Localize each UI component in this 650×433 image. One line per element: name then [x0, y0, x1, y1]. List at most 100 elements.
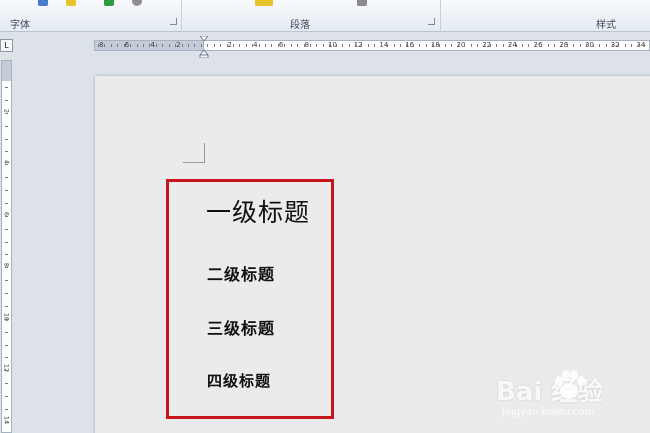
ruler-minor-tick — [303, 44, 305, 47]
ruler-minor-tick — [406, 44, 408, 47]
ruler-minor-tick — [136, 44, 138, 47]
ruler-minor-tick — [509, 44, 511, 47]
ruler-minor-tick — [220, 44, 222, 47]
ruler-minor-tick — [265, 44, 267, 47]
heading-level-4[interactable]: 四级标题 — [207, 370, 271, 391]
highlight-icon[interactable] — [66, 0, 76, 6]
ruler-minor-tick — [155, 44, 157, 47]
ruler-minor-tick — [258, 44, 260, 47]
vertical-ruler-minor-tick — [5, 190, 8, 191]
tab-stop-selector[interactable]: L — [0, 39, 13, 52]
heading-level-1[interactable]: 一级标题 — [206, 193, 310, 229]
ruler-tick-label: 4 — [150, 41, 155, 49]
vertical-ruler-minor-tick — [5, 87, 8, 88]
ruler-row: L 8 6 4 2 2 4 6 8 10 12 14 16 18 20 22 24 26 28 30 32 34 — [0, 33, 650, 58]
vertical-ruler-minor-tick — [5, 112, 8, 114]
ruler-minor-tick — [367, 44, 369, 47]
vertical-ruler-minor-tick — [5, 370, 8, 372]
ruler-minor-tick — [123, 44, 125, 47]
ruler-minor-tick — [554, 44, 556, 47]
vertical-ruler-minor-tick — [5, 228, 8, 230]
vertical-ruler-minor-tick — [5, 254, 8, 256]
ruler-tick-label: 2 — [176, 41, 181, 49]
paragraph-dialog-launcher-icon[interactable] — [428, 18, 435, 25]
ruler-minor-tick — [290, 44, 292, 47]
ruler-minor-tick — [322, 44, 324, 47]
ruler-minor-tick — [618, 44, 620, 47]
border-icon[interactable] — [357, 0, 367, 6]
ruler-minor-tick — [393, 44, 395, 47]
vertical-ruler-minor-tick — [5, 99, 8, 101]
ruler-minor-tick — [342, 44, 344, 47]
ruler-minor-tick — [348, 44, 350, 47]
ruler-tick-label: 8 — [98, 41, 104, 49]
ruler-minor-tick — [213, 44, 215, 47]
format-icon[interactable] — [132, 0, 142, 6]
vertical-ruler-minor-tick — [5, 357, 8, 359]
ruler-minor-tick — [316, 44, 318, 47]
font-color-icon[interactable] — [38, 0, 48, 6]
ruler-tick-label: 4 — [253, 41, 258, 49]
ruler-minor-tick — [194, 44, 196, 47]
ruler-minor-tick — [560, 44, 562, 47]
heading-level-2[interactable]: 二级标题 — [207, 261, 275, 285]
vertical-ruler-minor-tick — [5, 408, 8, 410]
ruler-minor-tick — [637, 44, 639, 47]
ruler-minor-tick — [522, 44, 524, 47]
ruler-minor-tick — [605, 44, 607, 47]
ruler-minor-tick — [252, 44, 254, 47]
ruler-minor-tick — [329, 44, 331, 47]
ruler-minor-tick — [361, 44, 363, 47]
vertical-ruler-minor-tick — [5, 151, 8, 153]
ruler-minor-tick — [586, 44, 588, 47]
ruler-minor-tick — [592, 44, 594, 47]
horizontal-ruler[interactable]: 8 6 4 2 2 4 6 8 10 12 14 16 18 20 22 24 26 28 30 32 34 — [94, 40, 650, 51]
ruler-minor-tick — [573, 44, 575, 47]
paragraph-shading-icon[interactable] — [255, 0, 273, 6]
ruler-minor-tick — [181, 44, 183, 47]
ruler-minor-tick — [419, 44, 421, 47]
ruler-minor-tick — [579, 44, 581, 47]
vertical-ruler-tick-label: 14 — [2, 415, 11, 424]
vertical-ruler-minor-tick — [5, 125, 8, 127]
ribbon-group-paragraph: 段落 — [290, 20, 310, 31]
ruler-minor-tick — [547, 44, 549, 47]
text-boundary-corner-mark — [183, 143, 205, 163]
indent-marker-icon[interactable] — [199, 36, 209, 58]
ruler-tick-label: 8 — [304, 41, 310, 49]
ruler-minor-tick — [277, 44, 279, 47]
baidu-paw-icon — [555, 370, 585, 399]
ruler-minor-tick — [239, 44, 241, 47]
vertical-ruler[interactable]: 2 4 6 8 10 12 14 — [1, 60, 12, 433]
ruler-minor-tick — [380, 44, 382, 47]
ruler-minor-tick — [355, 44, 356, 47]
vertical-ruler-minor-tick — [5, 293, 8, 294]
font-dialog-launcher-icon[interactable] — [170, 18, 177, 25]
ruler-tick-label: 6 — [278, 41, 284, 49]
ruler-minor-tick — [496, 44, 498, 47]
ruler-minor-tick — [232, 44, 234, 47]
ribbon-group-font: 字体 — [10, 20, 30, 31]
ruler-minor-tick — [110, 44, 112, 47]
vertical-ruler-tick-label: 12 — [2, 364, 11, 373]
vertical-ruler-minor-tick — [5, 215, 8, 217]
ruler-minor-tick — [335, 44, 337, 47]
vertical-ruler-minor-tick — [5, 177, 8, 179]
ruler-minor-tick — [374, 44, 376, 47]
watermark-url: jingyan.baidu.com — [502, 407, 595, 418]
ruler-minor-tick — [98, 44, 99, 47]
ruler-minor-tick — [226, 44, 228, 47]
ruler-minor-tick — [297, 44, 299, 47]
vertical-ruler-minor-tick — [5, 202, 8, 204]
vertical-ruler-minor-tick — [5, 164, 8, 166]
ruler-minor-tick — [187, 44, 189, 47]
ruler-minor-tick — [104, 44, 106, 47]
baidu-jingyan-watermark: Bai 经验 jingyan.baidu.com — [496, 365, 646, 425]
shading-icon[interactable] — [104, 0, 114, 6]
heading-level-3[interactable]: 三级标题 — [207, 315, 275, 339]
ruler-minor-tick — [599, 44, 601, 47]
vertical-ruler-minor-tick — [5, 241, 8, 243]
ribbon-separator — [181, 0, 182, 32]
vertical-ruler-tick-label: 10 — [2, 312, 11, 321]
ribbon: 字体 段落 样式 — [0, 0, 650, 32]
